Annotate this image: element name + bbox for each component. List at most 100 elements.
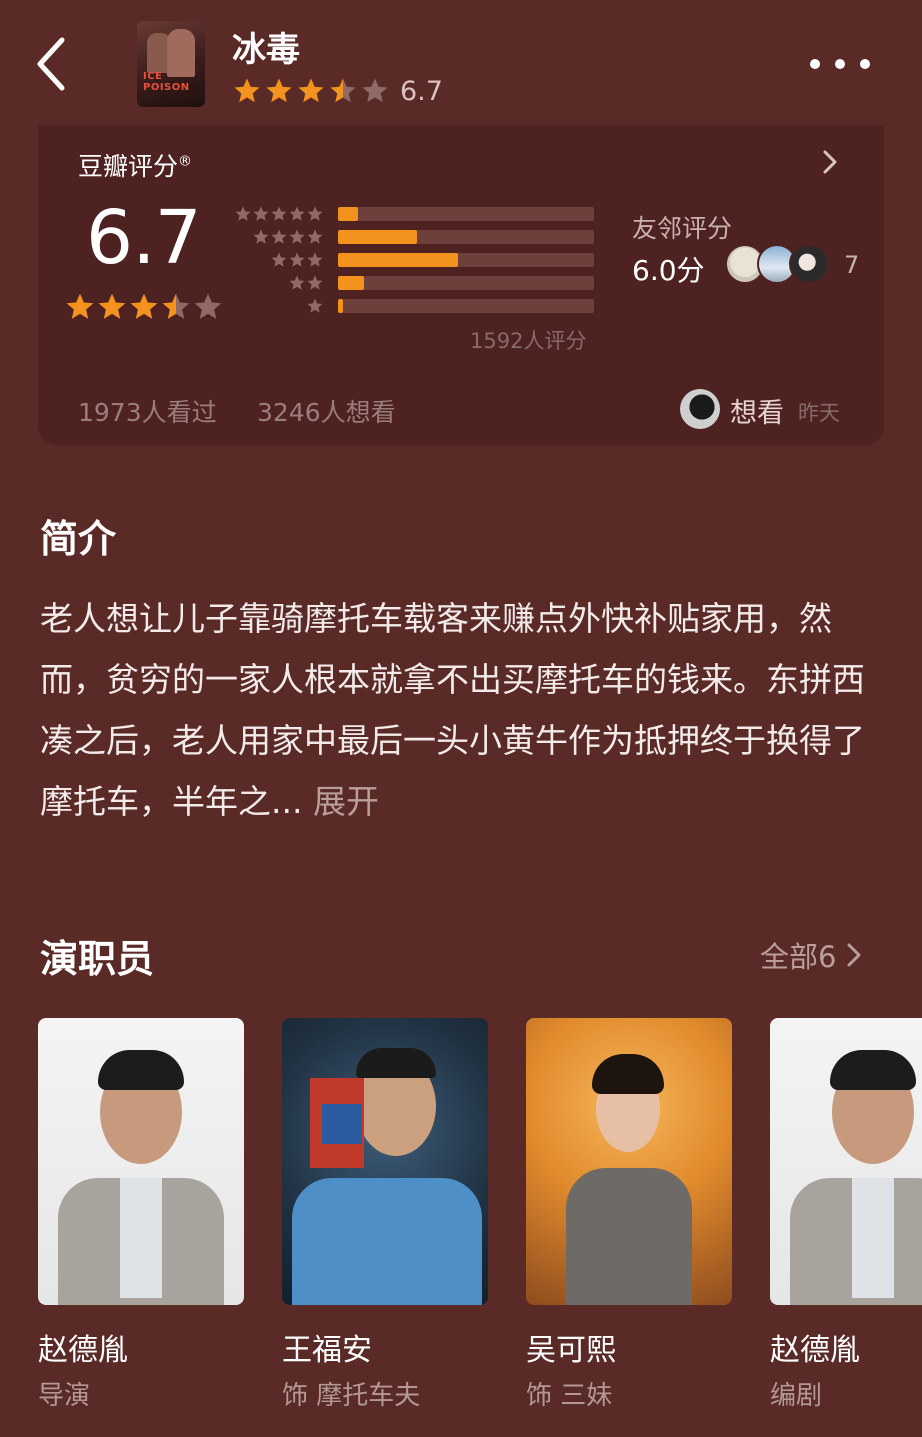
star-icon — [235, 206, 251, 221]
star-icon — [130, 293, 158, 319]
distribution-fill — [338, 298, 344, 313]
star-icon — [307, 298, 323, 313]
cast-role: 饰 摩托车夫 — [282, 1381, 421, 1411]
intro-title: 简介 — [40, 517, 117, 561]
star-icon — [253, 229, 269, 244]
cast-role: 导演 — [38, 1381, 91, 1411]
intro-text: 老人想让儿子靠骑摩托车载客来赚点外快补贴家用，然而，贫穷的一家人根本就拿不出买摩… — [40, 588, 870, 832]
rating-card[interactable]: 豆瓣评分® 6.7 1592人评分 友邻评分 6.0分 7 1973人看过 32… — [38, 125, 884, 445]
star-icon — [162, 293, 190, 319]
movie-poster[interactable]: ICE POISON — [137, 21, 205, 107]
more-options-button[interactable] — [810, 52, 870, 76]
star-icon — [289, 206, 305, 221]
cast-card[interactable]: 赵德胤 导演 — [38, 1018, 244, 1412]
friend-rating-label: 友邻评分 — [632, 214, 733, 243]
distribution-row — [234, 271, 594, 294]
cast-photo — [38, 1018, 244, 1305]
distribution-stars — [234, 274, 324, 292]
star-rating — [64, 291, 224, 323]
dot-icon — [835, 59, 845, 69]
cast-name: 赵德胤 — [38, 1333, 128, 1368]
distribution-fill — [338, 229, 418, 244]
chevron-right-icon — [847, 943, 861, 967]
want-count[interactable]: 3246人想看 — [257, 393, 396, 429]
star-icon — [307, 252, 323, 267]
header-rating: 6.7 — [232, 75, 443, 107]
cast-role: 饰 三妹 — [526, 1381, 613, 1411]
star-icon — [289, 252, 305, 267]
friend-avatars[interactable] — [725, 244, 829, 284]
star-rating — [232, 76, 392, 106]
star-icon — [66, 293, 94, 319]
distribution-bar — [338, 275, 594, 290]
cast-title: 演职员 — [40, 937, 155, 981]
star-icon — [194, 293, 222, 319]
cast-card[interactable]: 吴可熙 饰 三妹 — [526, 1018, 732, 1412]
header-score: 6.7 — [400, 75, 443, 107]
intro-body: 老人想让儿子靠骑摩托车载客来赚点外快补贴家用，然而，贫穷的一家人根本就拿不出买摩… — [40, 599, 865, 821]
cast-all-label: 全部6 — [760, 940, 837, 974]
distribution-stars — [234, 297, 324, 315]
rating-label-text: 豆瓣评分 — [78, 152, 179, 181]
star-icon — [289, 275, 305, 290]
distribution-bar — [338, 206, 594, 221]
star-icon — [266, 78, 292, 103]
distribution-row — [234, 202, 594, 225]
rating-score: 6.7 — [86, 195, 202, 281]
star-icon — [289, 229, 305, 244]
rating-count: 1592人评分 — [470, 329, 587, 353]
star-icon — [362, 78, 388, 103]
friend-rating-score: 6.0分 — [632, 254, 705, 287]
star-icon — [253, 206, 269, 221]
distribution-fill — [338, 275, 364, 290]
star-icon — [330, 78, 356, 103]
distribution-row — [234, 294, 594, 317]
distribution-row — [234, 225, 594, 248]
cast-name: 赵德胤 — [770, 1333, 860, 1368]
expand-link[interactable]: 展开 — [313, 782, 379, 821]
distribution-bar — [338, 229, 594, 244]
rating-distribution — [234, 202, 594, 317]
star-icon — [307, 275, 323, 290]
top-bar: ICE POISON 冰毒 6.7 — [0, 0, 922, 125]
distribution-fill — [338, 252, 459, 267]
distribution-stars — [234, 228, 324, 246]
rating-source-label: 豆瓣评分® — [78, 147, 192, 183]
cast-name: 王福安 — [282, 1333, 372, 1368]
cast-photo — [526, 1018, 732, 1305]
star-icon — [98, 293, 126, 319]
registered-mark: ® — [178, 153, 193, 170]
chevron-right-icon[interactable] — [820, 147, 840, 177]
avatar — [680, 389, 720, 429]
chevron-left-icon — [37, 37, 65, 91]
cast-all-link[interactable]: 全部6 — [760, 934, 862, 976]
cast-card[interactable]: 王福安 饰 摩托车夫 — [282, 1018, 488, 1412]
distribution-stars — [234, 205, 324, 223]
star-icon — [298, 78, 324, 103]
distribution-bar — [338, 298, 594, 313]
dot-icon — [810, 59, 820, 69]
back-button[interactable] — [30, 32, 74, 96]
star-icon — [271, 229, 287, 244]
star-icon — [307, 229, 323, 244]
friend-count: 7 — [844, 251, 860, 279]
cast-name: 吴可熙 — [526, 1333, 616, 1368]
distribution-row — [234, 248, 594, 271]
cast-list[interactable]: 赵德胤 导演 王福安 饰 摩托车夫 吴可熙 饰 三妹 赵德胤 编剧 — [38, 1018, 922, 1437]
dot-icon — [860, 59, 870, 69]
star-icon — [307, 206, 323, 221]
cast-card[interactable]: 赵德胤 编剧 — [770, 1018, 922, 1412]
user-action: 想看 — [730, 398, 784, 429]
cast-photo — [770, 1018, 922, 1305]
page-title: 冰毒 — [232, 30, 300, 70]
user-action-time: 昨天 — [798, 401, 840, 425]
seen-count[interactable]: 1973人看过 — [78, 393, 217, 429]
star-icon — [234, 78, 260, 103]
cast-photo — [282, 1018, 488, 1305]
distribution-bar — [338, 252, 594, 267]
cast-role: 编剧 — [770, 1381, 823, 1411]
poster-text: ICE POISON — [143, 71, 190, 93]
avatar — [789, 244, 829, 284]
distribution-fill — [338, 206, 359, 221]
star-icon — [271, 252, 287, 267]
